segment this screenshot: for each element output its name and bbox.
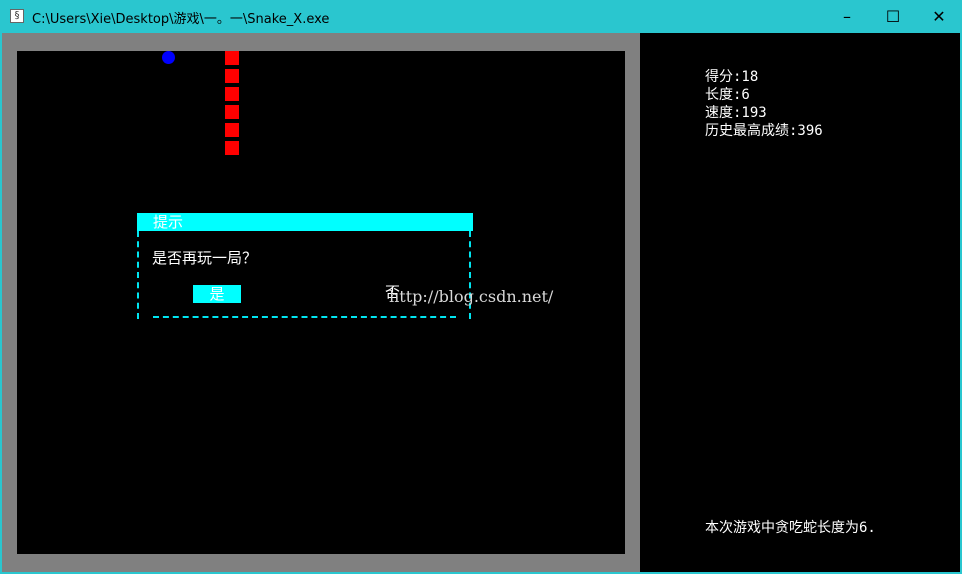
dialog-left-border xyxy=(137,231,139,319)
length-text: 长度:6 xyxy=(705,87,750,103)
snake-segment xyxy=(225,51,239,65)
snake-segment xyxy=(225,141,239,155)
dialog-title-bar: 提示 xyxy=(137,213,473,231)
close-icon: ✕ xyxy=(932,7,946,26)
minimize-icon: – xyxy=(843,7,851,26)
snake-segment xyxy=(225,105,239,119)
close-button[interactable]: ✕ xyxy=(916,0,962,33)
title-bar[interactable]: § C:\Users\Xie\Desktop\游戏\一。一\Snake_X.ex… xyxy=(0,0,962,33)
snake-segment xyxy=(225,123,239,137)
game-result-message: 本次游戏中贪吃蛇长度为6. xyxy=(705,520,876,536)
snake-segment xyxy=(225,87,239,101)
stats-block: 得分:18 长度:6 速度:193 历史最高成绩:396 xyxy=(705,68,823,140)
snake-app-icon[interactable]: § xyxy=(10,9,24,23)
watermark: http://blog.csdn.net/ xyxy=(389,287,554,306)
snake-segment xyxy=(225,69,239,83)
maximize-icon: ☐ xyxy=(885,7,901,26)
maximize-button[interactable]: ☐ xyxy=(870,0,916,33)
best-score-text: 历史最高成绩:396 xyxy=(705,123,823,139)
score-text: 得分:18 xyxy=(705,69,759,85)
game-area-frame: 提示 是否再玩一局？ 是 否 http://blog.csdn.net/ xyxy=(2,33,640,572)
console-client-area: 提示 是否再玩一局？ 是 否 http://blog.csdn.net/ 得分:… xyxy=(2,33,960,572)
info-panel: 得分:18 长度:6 速度:193 历史最高成绩:396 本次游戏中贪吃蛇长度为… xyxy=(640,33,960,572)
app-window: § C:\Users\Xie\Desktop\游戏\一。一\Snake_X.ex… xyxy=(0,0,962,574)
minimize-button[interactable]: – xyxy=(824,0,870,33)
window-title: C:\Users\Xie\Desktop\游戏\一。一\Snake_X.exe xyxy=(32,12,330,27)
food-dot xyxy=(162,51,175,64)
speed-text: 速度:193 xyxy=(705,105,767,121)
dialog-title: 提示 xyxy=(153,213,184,231)
game-board: 提示 是否再玩一局？ 是 否 http://blog.csdn.net/ xyxy=(17,51,625,554)
yes-button[interactable]: 是 xyxy=(193,285,241,303)
dialog-message: 是否再玩一局？ xyxy=(152,249,258,267)
dialog-bottom-border xyxy=(153,316,456,318)
